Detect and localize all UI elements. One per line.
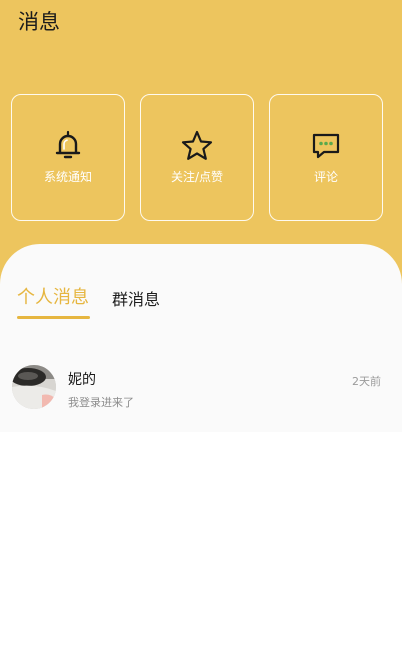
tab-personal-messages[interactable]: 个人消息 xyxy=(17,284,89,312)
system-notification-card[interactable]: 系统通知 xyxy=(11,94,125,221)
system-notification-label: 系统通知 xyxy=(43,170,92,184)
star-icon xyxy=(180,129,214,163)
follow-like-label: 关注/点赞 xyxy=(170,170,224,184)
bell-icon xyxy=(51,129,85,163)
messages-screen: 消息 系统通知 关注/点赞 评论 个人消息 群消息 妮的 我登录进来了 2天前 xyxy=(0,0,402,648)
list-item[interactable]: 妮的 我登录进来了 2天前 xyxy=(0,360,402,422)
tab-group-messages[interactable]: 群消息 xyxy=(112,286,160,314)
category-cards: 系统通知 关注/点赞 评论 xyxy=(0,94,402,222)
message-time: 2天前 xyxy=(352,375,381,388)
comment-label: 评论 xyxy=(313,170,338,184)
page-title: 消息 xyxy=(18,10,60,34)
message-tabs: 个人消息 群消息 xyxy=(0,284,402,324)
comment-card[interactable]: 评论 xyxy=(269,94,383,221)
follow-like-card[interactable]: 关注/点赞 xyxy=(140,94,254,221)
contact-name: 妮的 xyxy=(68,372,96,388)
comment-icon xyxy=(309,129,343,163)
avatar xyxy=(12,365,56,409)
active-tab-indicator xyxy=(17,316,90,319)
message-sheet: 个人消息 群消息 妮的 我登录进来了 2天前 xyxy=(0,244,402,432)
message-preview: 我登录进来了 xyxy=(68,396,134,409)
